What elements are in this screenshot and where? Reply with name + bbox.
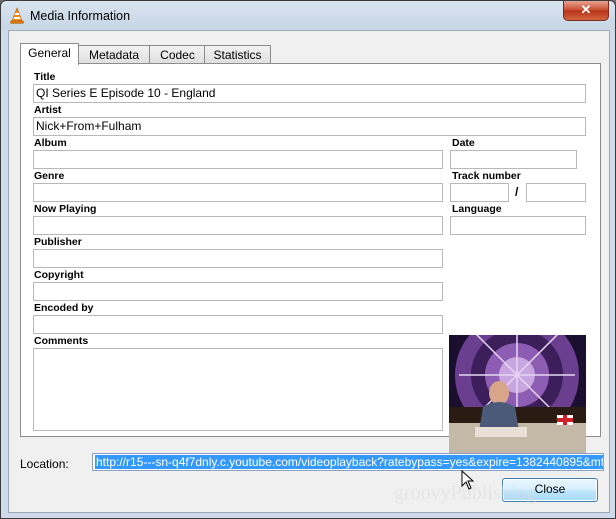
tab-statistics[interactable]: Statistics [204,45,271,64]
now-playing-label: Now Playing [34,203,97,215]
now-playing-field[interactable] [33,216,443,235]
artist-label: Artist [34,104,62,116]
tab-codec[interactable]: Codec [149,45,206,64]
publisher-field[interactable] [33,249,443,268]
album-art-thumbnail [449,335,586,462]
location-url: http://r15---sn-q4f7dnly.c.youtube.com/v… [95,455,603,469]
tab-metadata[interactable]: Metadata [77,45,151,64]
track-total-field[interactable] [526,183,586,202]
location-field[interactable]: http://r15---sn-q4f7dnly.c.youtube.com/v… [92,453,604,471]
title-field[interactable]: QI Series E Episode 10 - England [33,84,586,103]
comments-field[interactable] [33,348,443,431]
window-close-button[interactable]: ✕ [563,1,609,21]
dialog-body: General Metadata Codec Statistics Title … [8,30,610,513]
window-title: Media Information [30,9,131,23]
publisher-label: Publisher [34,236,82,248]
copyright-label: Copyright [34,269,84,281]
general-panel: Title QI Series E Episode 10 - England A… [20,63,601,462]
title-label: Title [34,71,56,83]
location-label: Location: [20,457,69,471]
encoded-by-field[interactable] [33,315,443,334]
comments-label: Comments [34,335,89,347]
track-number-field[interactable] [450,183,509,202]
mouse-pointer-icon [461,470,475,490]
album-field[interactable] [33,150,443,169]
encoded-by-label: Encoded by [34,302,94,314]
media-information-window: Media Information ✕ General Metadata Cod… [0,0,616,519]
date-label: Date [452,137,475,149]
artist-field[interactable]: Nick+From+Fulham [33,117,586,136]
track-separator: / [515,185,519,199]
tab-general[interactable]: General [20,43,79,65]
genre-label: Genre [34,170,65,182]
vlc-cone-icon [10,7,24,24]
copyright-field[interactable] [33,282,443,301]
language-label: Language [452,203,502,215]
album-label: Album [34,137,67,149]
close-icon: ✕ [580,2,592,17]
date-field[interactable] [450,150,577,169]
titlebar[interactable]: Media Information ✕ [1,1,615,31]
language-field[interactable] [450,216,586,235]
album-art-image [449,335,586,462]
genre-field[interactable] [33,183,443,202]
track-number-label: Track number [452,170,521,182]
